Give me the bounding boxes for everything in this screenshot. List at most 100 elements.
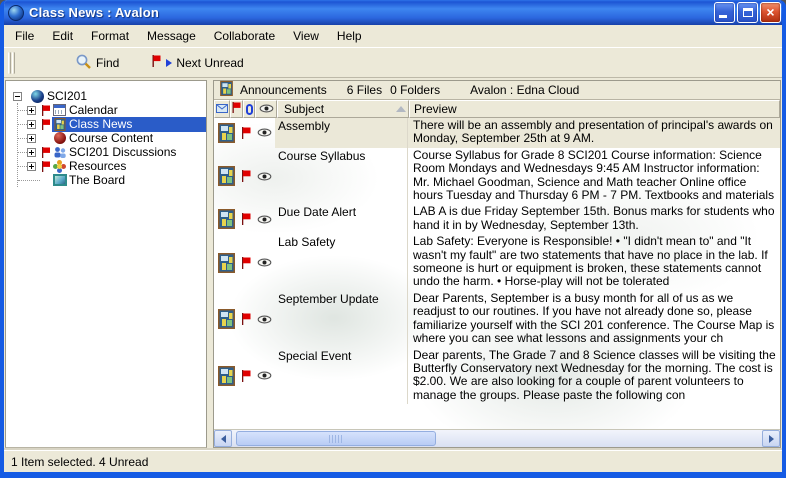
- maximize-button[interactable]: [737, 2, 758, 23]
- tree-item-label: SCI201 Discussions: [67, 145, 179, 160]
- column-viewed[interactable]: [255, 100, 277, 118]
- message-subject: Lab Safety: [275, 234, 407, 291]
- selected-highlight: Class News: [52, 117, 206, 132]
- list-item-september-update[interactable]: September Update Dear Parents, September…: [214, 291, 780, 348]
- flag-icon: [238, 291, 253, 348]
- menu-message[interactable]: Message: [138, 26, 205, 46]
- list-item-due-date-alert[interactable]: Due Date Alert LAB A is due Friday Septe…: [214, 204, 780, 234]
- tree-item-the-board[interactable]: The Board: [6, 173, 206, 187]
- tree-item-resources[interactable]: Resources: [6, 159, 206, 173]
- tree-item-calendar[interactable]: Calendar: [6, 103, 206, 117]
- expand-toggle-icon[interactable]: [27, 106, 36, 115]
- left-arrow-icon: [221, 435, 226, 443]
- flag-icon: [41, 161, 51, 172]
- eye-icon: [253, 118, 275, 148]
- expand-toggle-icon[interactable]: [27, 120, 36, 129]
- unread-flag-icon: [151, 55, 161, 70]
- flag-icon: [238, 234, 253, 291]
- eye-icon: [253, 291, 275, 348]
- horizontal-scrollbar[interactable]: [214, 429, 780, 447]
- expand-toggle-icon[interactable]: [27, 162, 36, 171]
- message-subject: Course Syllabus: [275, 148, 407, 205]
- toolbar-grip[interactable]: [12, 52, 15, 74]
- tree-item-label: The Board: [67, 173, 128, 188]
- toolbar: Find Next Unread: [4, 48, 782, 78]
- scroll-left-button[interactable]: [214, 430, 232, 447]
- picture-board-icon: [52, 173, 67, 187]
- conference-tree-panel: SCI201 Calendar Class News: [5, 80, 207, 448]
- tree-item-label: Class News: [67, 117, 135, 132]
- bulletin-board-icon: [220, 81, 233, 99]
- sort-ascending-icon: [396, 106, 406, 112]
- minimize-icon: [719, 15, 727, 18]
- column-flag[interactable]: [230, 100, 243, 118]
- message-list: Assembly There will be an assembly and p…: [214, 118, 780, 429]
- bulletin-board-icon: [214, 234, 238, 291]
- tree-item-discussions[interactable]: SCI201 Discussions: [6, 145, 206, 159]
- next-unread-label: Next Unread: [176, 56, 243, 70]
- menu-edit[interactable]: Edit: [43, 26, 82, 46]
- minimize-button[interactable]: [714, 2, 735, 23]
- eye-icon: [253, 148, 275, 205]
- message-subject: September Update: [275, 291, 407, 348]
- tree-item-label: Course Content: [67, 131, 156, 146]
- message-preview: There will be an assembly and presentati…: [407, 118, 780, 148]
- column-preview[interactable]: Preview: [409, 100, 780, 118]
- list-item-assembly[interactable]: Assembly There will be an assembly and p…: [214, 118, 780, 148]
- toolbar-grip[interactable]: [8, 52, 11, 74]
- files-count: 6 Files: [347, 83, 382, 97]
- message-preview: Lab Safety: Everyone is Responsible! • "…: [407, 234, 780, 291]
- close-icon: ×: [761, 3, 780, 22]
- column-envelope[interactable]: [214, 100, 230, 118]
- bulletin-board-icon: [214, 204, 238, 234]
- eye-icon: [253, 234, 275, 291]
- menu-help[interactable]: Help: [328, 26, 371, 46]
- message-subject: Due Date Alert: [275, 204, 407, 234]
- menu-collaborate[interactable]: Collaborate: [205, 26, 284, 46]
- message-subject: Assembly: [275, 118, 407, 148]
- flag-icon: [238, 204, 253, 234]
- content-area: SCI201 Calendar Class News: [4, 79, 782, 448]
- expand-toggle-icon[interactable]: [27, 134, 36, 143]
- close-button[interactable]: ×: [760, 2, 781, 23]
- thumb-grip-icon: [329, 435, 344, 443]
- bulletin-board-icon: [214, 291, 238, 348]
- right-arrow-icon: [769, 435, 774, 443]
- scrollbar-thumb[interactable]: [236, 431, 436, 446]
- next-arrow-icon: [166, 59, 172, 67]
- message-preview: LAB A is due Friday September 15th. Bonu…: [407, 204, 780, 234]
- list-item-special-event[interactable]: Special Event Dear parents, The Grade 7 …: [214, 348, 780, 405]
- preview-column-label: Preview: [414, 102, 457, 116]
- message-preview: Course Syllabus for Grade 8 SCI201 Cours…: [407, 148, 780, 205]
- menu-format[interactable]: Format: [82, 26, 138, 46]
- list-item-course-syllabus[interactable]: Course Syllabus Course Syllabus for Grad…: [214, 148, 780, 205]
- paperclip-icon: [246, 104, 253, 115]
- message-preview: Dear parents, The Grade 7 and 8 Science …: [407, 348, 780, 405]
- bulletin-board-icon: [214, 118, 238, 148]
- message-preview: Dear Parents, September is a busy month …: [407, 291, 780, 348]
- conference-header: Announcements 6 Files 0 Folders Avalon :…: [214, 81, 780, 100]
- expand-toggle-icon[interactable]: [27, 148, 36, 157]
- column-subject[interactable]: Subject: [277, 100, 409, 118]
- tree-item-class-news[interactable]: Class News: [6, 117, 206, 131]
- find-label: Find: [96, 56, 119, 70]
- menu-view[interactable]: View: [284, 26, 328, 46]
- title-bar[interactable]: Class News : Avalon ×: [0, 0, 786, 25]
- tree-item-sci201[interactable]: SCI201: [6, 89, 206, 103]
- flag-icon: [238, 148, 253, 205]
- column-attachment[interactable]: [243, 100, 255, 118]
- envelope-icon: [216, 102, 228, 116]
- tree-item-course-content[interactable]: Course Content: [6, 131, 206, 145]
- next-unread-button[interactable]: Next Unread: [146, 52, 248, 73]
- window-title: Class News : Avalon: [29, 5, 159, 20]
- status-bar: 1 Item selected. 4 Unread: [4, 450, 782, 472]
- collapse-toggle-icon[interactable]: [13, 92, 22, 101]
- find-button[interactable]: Find: [70, 50, 124, 76]
- scroll-right-button[interactable]: [762, 430, 780, 447]
- bulletin-board-icon: [214, 348, 238, 405]
- announcements-panel: Announcements 6 Files 0 Folders Avalon :…: [213, 80, 781, 448]
- menu-file[interactable]: File: [6, 26, 43, 46]
- eye-icon: [259, 102, 274, 116]
- list-item-lab-safety[interactable]: Lab Safety Lab Safety: Everyone is Respo…: [214, 234, 780, 291]
- calendar-icon: [52, 103, 67, 117]
